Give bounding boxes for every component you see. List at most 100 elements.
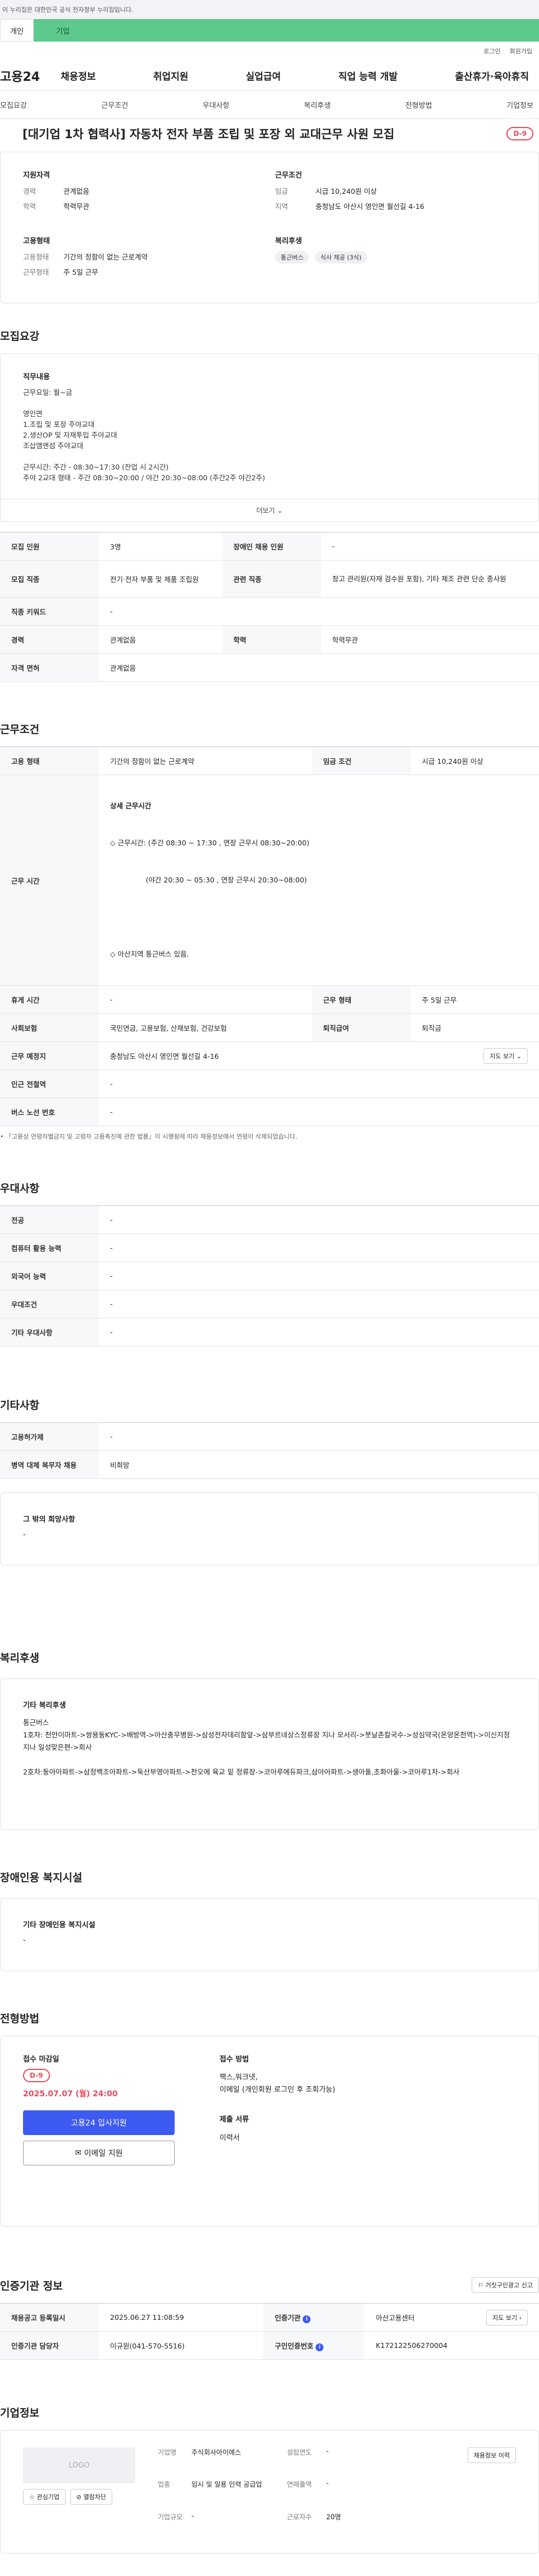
- report-icon: ⚐: [478, 2282, 486, 2289]
- info-icon[interactable]: i: [303, 2315, 311, 2323]
- table-cell: -: [99, 1098, 539, 1126]
- table-row: 휴게 시간 - 근무 형태 주 5일 근무: [0, 985, 539, 1014]
- tab-welfare[interactable]: 복리후생: [304, 99, 331, 110]
- employment-block: 고용형태 고용형태 기간의 정함이 없는 근로계약 근무형태 주 5일 근무: [23, 235, 264, 289]
- table-cell: 전기·전자 부품 및 제품 조립원: [99, 560, 222, 598]
- user-type-tabs: 개인 기업: [0, 19, 539, 42]
- wage-value: 시급 10,240원 이상: [316, 187, 377, 195]
- etc-table: 고용허가제 - 병역 대체 복무자 채용 비희망: [0, 1422, 539, 1479]
- menu-jobs[interactable]: 채용정보: [56, 69, 101, 83]
- table-header: 장애인 채용 인원: [222, 532, 321, 561]
- agency-table: 채용공고 등록일시 2025.06.27 11:08:59 인증기관 i 아산고용…: [0, 2303, 539, 2360]
- signup-link[interactable]: 회원가입: [510, 47, 532, 56]
- table-header: 휴게 시간: [0, 985, 99, 1014]
- company-actions: ☆ 관심기업 ⊘ 열람차단: [23, 2489, 135, 2505]
- tab-preference[interactable]: 우대사항: [203, 99, 230, 110]
- time-line: (야간 20:30 ~ 05:30 , 연장 근무시 20:30~08:00): [110, 876, 307, 884]
- tab-personal[interactable]: 개인: [0, 19, 34, 42]
- tab-conditions[interactable]: 근무조건: [101, 99, 128, 110]
- agency-map-label: 지도 보기: [492, 2314, 518, 2322]
- table-cell: -: [99, 1234, 539, 1262]
- desc-line: 조삽앰앤섬 주야교대: [23, 442, 84, 450]
- table-cell: 시급 10,240원 이상: [410, 747, 539, 775]
- table-row: 버스 노선 번호 -: [0, 1098, 539, 1126]
- tab-selection[interactable]: 전형방법: [405, 99, 432, 110]
- table-header: 전공: [0, 1205, 99, 1234]
- table-row: 인증기관 담당자 이규원(041-570-5516) 구인인증번호 i K1721…: [0, 2331, 539, 2360]
- menu-employment-support[interactable]: 취업지원: [149, 69, 193, 83]
- tab-recruit[interactable]: 모집요강: [0, 99, 27, 110]
- career-value: 관계없음: [63, 187, 90, 195]
- age-law-note: • 「고용상 연령차별금지 및 고령자 고용촉진에 관한 법률」이 시행됨에 따…: [0, 1133, 298, 1140]
- welfare-box: 기타 복리후생 통근버스 1호차: 천안이마트->쌍용동KYC->배방역->아산…: [0, 1678, 539, 1830]
- table-cell: -: [99, 1422, 539, 1451]
- desc-line: 영인면: [23, 409, 43, 418]
- table-header: 직종 키워드: [0, 597, 99, 626]
- other-wishes-value: -: [23, 1531, 26, 1539]
- info-icon[interactable]: i: [316, 2343, 324, 2351]
- tab-company[interactable]: 기업정보: [506, 99, 533, 110]
- table-cell: -: [99, 1318, 539, 1346]
- time-line: [110, 911, 528, 923]
- table-header: 관련 직종: [222, 560, 321, 598]
- table-cell: 2025.06.27 11:08:59: [99, 2303, 264, 2332]
- table-header: 근무 시간: [0, 775, 99, 986]
- other-wishes-box: 그 밖의 희망사항 -: [0, 1492, 539, 1565]
- report-button[interactable]: ⚐ 거짓구인광고 신고: [472, 2277, 539, 2293]
- tab-company[interactable]: 기업: [34, 19, 539, 42]
- table-cell: -: [99, 1262, 539, 1290]
- sales-label: 연매출액: [287, 2481, 312, 2489]
- menu-unemployment-benefit[interactable]: 실업급여: [241, 69, 286, 83]
- org-value: 아산고용센터: [376, 2314, 415, 2322]
- table-header: 사회보험: [0, 1013, 99, 1042]
- table-cell: -: [99, 1205, 539, 1234]
- recruit-section-title: 모집요강: [0, 330, 39, 343]
- map-button[interactable]: 지도 보기 ⌄: [483, 1048, 528, 1064]
- table-cell: K172122506270004: [364, 2331, 539, 2360]
- table-cell: 퇴직금: [410, 1013, 539, 1042]
- org-label: 인증기관: [275, 2313, 301, 2322]
- gov-notice: 이 누리집은 대한민국 공식 전자정부 누리집입니다.: [0, 0, 539, 19]
- time-line: ◇ 근무시간: (주간 08:30 ~ 17:30 , 연장 근무시 08:30…: [110, 839, 309, 847]
- welfare-tag: 통근버스: [275, 251, 309, 263]
- table-row: 모집 인원 3명 장애인 채용 인원 -: [0, 532, 539, 561]
- email-apply-button[interactable]: ✉ 이메일 지원: [23, 2141, 175, 2165]
- block-button[interactable]: ⊘ 열람차단: [70, 2489, 113, 2505]
- conditions-section-title: 근무조건: [0, 723, 39, 736]
- table-header: 인증기관 담당자: [0, 2331, 99, 2360]
- method-title: 접수 방법: [220, 2055, 249, 2064]
- table-row: 근무 시간 상세 근무시간 ◇ 근무시간: (주간 08:30 ~ 17:30 …: [0, 775, 539, 986]
- table-cell: -: [321, 532, 539, 561]
- method-line: 팩스,워크넷,: [220, 2073, 258, 2082]
- qual-title: 지원자격: [23, 171, 50, 180]
- global-nav: 고용24 채용정보 취업지원 실업급여 직업 능력 개발 출산휴가·육아휴직: [0, 61, 539, 91]
- method-line: 이메일 (개인회원 로그인 후 조회가능): [220, 2086, 336, 2094]
- table-header: 임금 조건: [312, 747, 411, 775]
- emptype-label: 고용형태: [23, 253, 49, 261]
- table-cell: 주 5일 근무: [410, 985, 539, 1014]
- menu-parental-leave[interactable]: 출산휴가·육아휴직: [450, 69, 533, 83]
- agency-map-button[interactable]: 지도 보기 ›: [486, 2309, 528, 2325]
- apply-button[interactable]: 고용24 입사지원: [23, 2110, 175, 2135]
- deadline-col: 접수 마감일 D-9 2025.07.07 (월) 24:00 고용24 입사지…: [23, 2053, 175, 2209]
- disabled-box-title: 기타 장애인용 복지시설: [23, 1921, 95, 1929]
- welfare-tag: 식사 제공 (3식): [314, 251, 367, 263]
- company-box: LOGO ☆ 관심기업 ⊘ 열람차단 기업명 주식회사아이에스 설립연도 - 업…: [0, 2430, 539, 2554]
- job-history-button[interactable]: 채용정보 이력: [467, 2447, 516, 2463]
- welfare-block: 복리후생 통근버스 식사 제공 (3식): [275, 235, 516, 289]
- no-label: 구인인증번호: [275, 2341, 314, 2350]
- more-button[interactable]: 더보기 ⌄: [1, 499, 538, 521]
- scale-value: -: [191, 2511, 194, 2520]
- career-label: 경력: [23, 187, 36, 195]
- table-header: 근무 예정지: [0, 1041, 99, 1070]
- utility-links: 로그인 회원가입: [0, 42, 539, 61]
- menu-skill-dev[interactable]: 직업 능력 개발: [334, 69, 402, 83]
- job-description-box: 직무내용 근무요일: 월~금 영인면 1.조립 및 포장 주야교대 2.생산OP…: [0, 353, 539, 522]
- table-header: 모집 직종: [0, 560, 99, 598]
- etc-section-title: 기타사항: [0, 1399, 39, 1412]
- site-logo[interactable]: 고용24: [0, 67, 56, 85]
- login-link[interactable]: 로그인: [483, 47, 500, 56]
- notice-text: 이 누리집은 대한민국 공식 전자정부 누리집입니다.: [2, 6, 134, 13]
- table-cell: 관계없음: [99, 625, 222, 654]
- favorite-company-button[interactable]: ☆ 관심기업: [23, 2489, 66, 2505]
